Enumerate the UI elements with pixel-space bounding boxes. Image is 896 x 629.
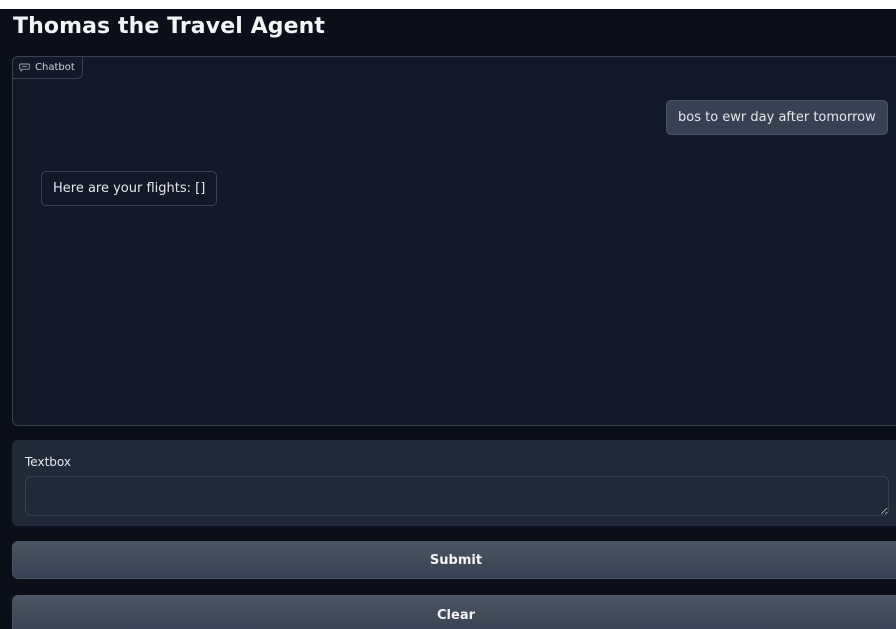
page-title: Thomas the Travel Agent xyxy=(13,14,325,39)
clear-button-label: Clear xyxy=(437,607,475,623)
top-strip xyxy=(0,0,896,9)
message-input[interactable] xyxy=(25,476,889,516)
user-message: bos to ewr day after tomorrow xyxy=(666,100,888,135)
textbox-label: Textbox xyxy=(25,455,71,469)
clear-button[interactable]: Clear xyxy=(12,595,896,629)
chat-bubble-icon xyxy=(19,63,30,72)
submit-button-label: Submit xyxy=(429,552,483,568)
chatbot-panel: Chatbot bos to ewr day after tomorrow He… xyxy=(12,56,896,426)
chatbot-label-text: Chatbot xyxy=(35,62,75,73)
app-page: Thomas the Travel Agent Chatbot bos to e… xyxy=(0,0,896,629)
textbox-panel: Textbox xyxy=(12,440,896,526)
submit-button[interactable]: Submit xyxy=(12,541,896,579)
bot-message: Here are your flights: [] xyxy=(41,171,218,206)
chatbot-label: Chatbot xyxy=(12,56,83,79)
